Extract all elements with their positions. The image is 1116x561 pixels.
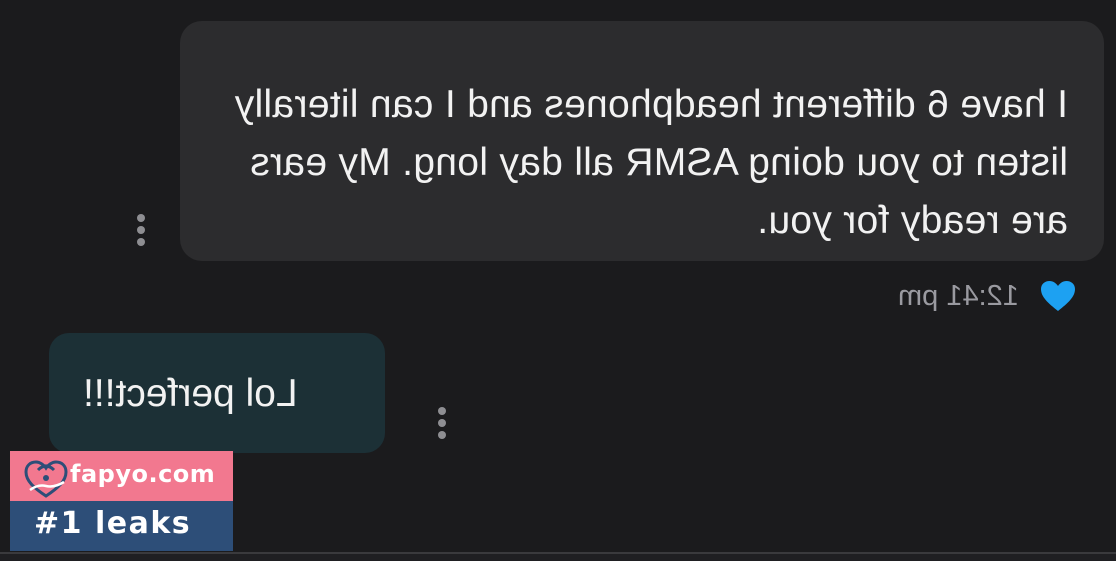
heart-reaction-icon[interactable] <box>1039 279 1077 313</box>
watermark-tagline: #1 leaks <box>34 506 192 541</box>
bottom-divider <box>0 552 1116 561</box>
outgoing-message-meta: 12:41 pm <box>898 278 1077 314</box>
heart-lock-logo-icon <box>24 460 68 498</box>
incoming-message-text: Lol perfect!!! <box>83 372 298 415</box>
outgoing-message-time: 12:41 pm <box>898 279 1019 312</box>
outgoing-message-text: I have 6 different headphones and I can … <box>234 83 1068 242</box>
chat-screen: I have 6 different headphones and I can … <box>0 0 1116 561</box>
message-options-kebab-icon[interactable] <box>137 214 145 250</box>
message-options-kebab-icon[interactable] <box>438 407 446 443</box>
incoming-message-bubble[interactable]: Lol perfect!!! <box>49 333 385 453</box>
outgoing-message-bubble[interactable]: I have 6 different headphones and I can … <box>180 21 1104 261</box>
watermark-site-name: fapyo.com <box>70 460 216 488</box>
watermark-badge: fapyo.com #1 leaks <box>10 451 233 551</box>
